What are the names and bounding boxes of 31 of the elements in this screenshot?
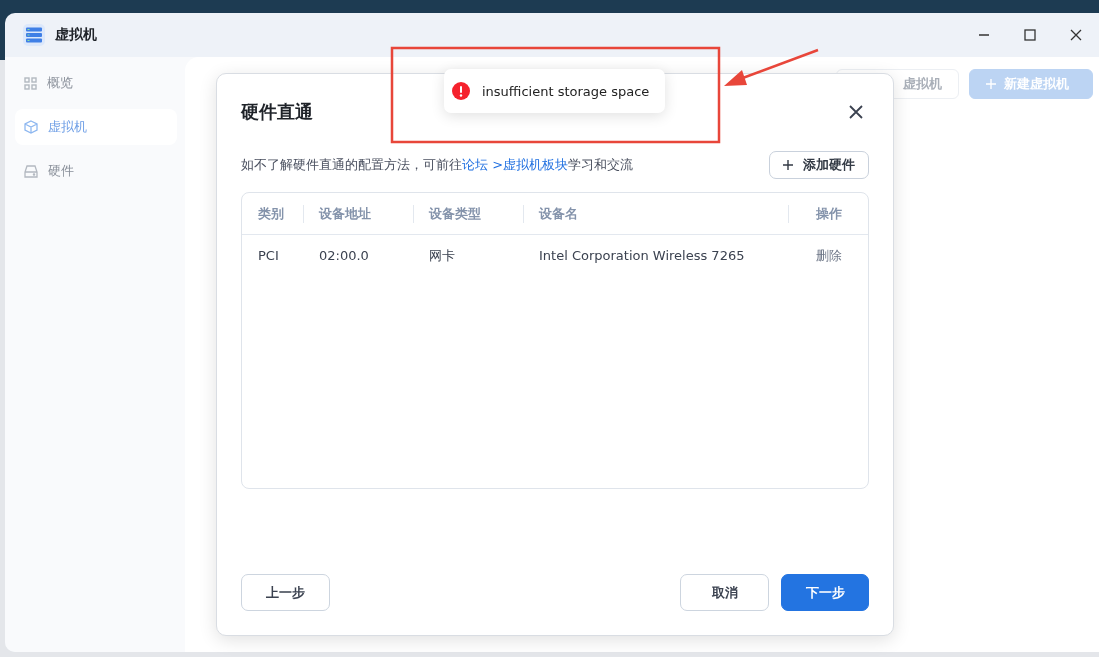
column-header: 设备类型: [413, 204, 523, 223]
plus-icon: [986, 79, 996, 89]
table-cell-text: 02:00.0: [318, 248, 370, 263]
drive-icon: [24, 164, 38, 178]
step-button[interactable]: 取消: [680, 574, 769, 611]
toast-message: insufficient storage space: [482, 83, 650, 99]
table-cell-text: PCI: [257, 248, 280, 263]
sidebar-item[interactable]: 硬件: [15, 153, 177, 189]
delete-link[interactable]: 删除: [788, 246, 868, 265]
help-text: 如不了解硬件直通的配置方法，可前往论坛 >虚拟机板块学习和交流: [241, 156, 634, 174]
cube-icon: [24, 120, 38, 134]
column-header: 设备地址: [303, 204, 413, 223]
next-button[interactable]: 下一步: [781, 574, 869, 611]
column-header: 设备名: [523, 204, 788, 223]
error-icon: [452, 82, 470, 100]
table-cell-text: 网卡: [428, 246, 456, 265]
table-cell-text: Intel Corporation Wireless 7265: [538, 248, 746, 263]
dialog-title: 硬件直通: [241, 100, 313, 124]
forum-link[interactable]: >虚拟机板块: [488, 157, 569, 172]
close-icon[interactable]: [849, 105, 863, 119]
column-header: 操作: [788, 204, 868, 223]
column-header: 类别: [257, 204, 285, 223]
plus-icon: [783, 160, 793, 170]
sidebar-item[interactable]: 概览: [15, 65, 177, 101]
sidebar-item[interactable]: 虚拟机: [15, 109, 177, 145]
window-title: 虚拟机: [55, 26, 97, 44]
forum-link[interactable]: 论坛: [462, 157, 488, 172]
app-icon: [23, 24, 45, 46]
step-button[interactable]: 上一步: [241, 574, 330, 611]
add-hardware-button[interactable]: 添加硬件: [769, 151, 869, 179]
grid-icon: [24, 76, 37, 90]
